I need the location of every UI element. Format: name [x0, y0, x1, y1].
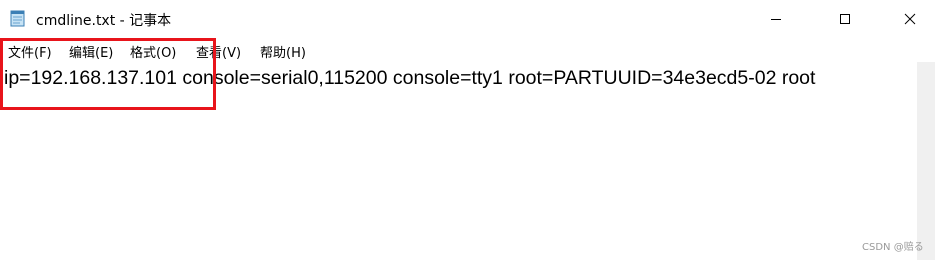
menu-help[interactable]: 帮助(H) — [260, 42, 306, 61]
vertical-scrollbar[interactable] — [917, 62, 935, 260]
notepad-icon — [10, 9, 26, 27]
maximize-button[interactable] — [822, 0, 868, 38]
watermark: CSDN @赔る — [862, 242, 924, 253]
notepad-window: cmdline.txt - 记事本 文件(F) 编辑(E) 格式(O) 查看(V… — [0, 0, 935, 260]
minimize-icon — [770, 10, 782, 29]
close-button[interactable] — [887, 0, 933, 38]
close-icon — [904, 10, 916, 29]
minimize-button[interactable] — [753, 0, 799, 38]
highlight-annotation-box — [0, 38, 216, 110]
maximize-icon — [839, 10, 851, 29]
window-title: cmdline.txt - 记事本 — [36, 13, 172, 29]
title-bar[interactable]: cmdline.txt - 记事本 — [0, 0, 935, 38]
